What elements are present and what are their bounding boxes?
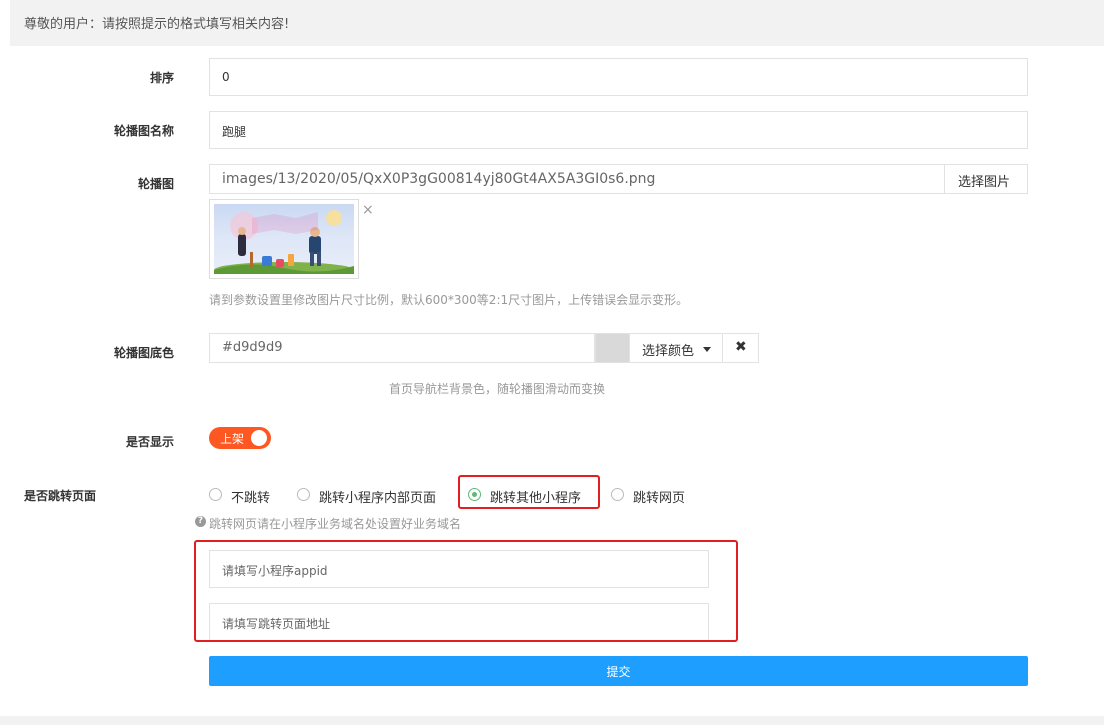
highlight-selected-option [458,475,600,509]
radio-label: 跳转网页 [633,491,686,506]
sort-value: 0 [222,70,230,84]
banner-image-preview [214,204,354,274]
radio-circle [611,488,624,501]
pick-color-button[interactable]: 选择颜色 [629,333,723,363]
pick-image-label: 选择图片 [958,175,1011,190]
close-icon: ✖ [735,339,747,355]
banner-name-input[interactable]: 跑腿 [209,111,1028,149]
color-hint: 首页导航栏背景色，随轮播图滑动而变换 [389,382,606,396]
submit-button[interactable]: 提交 [209,656,1028,686]
bottom-bar [0,716,1104,725]
sort-label: 排序 [149,71,174,85]
show-switch-text: 上架 [220,432,245,446]
banner-name-value: 跑腿 [222,125,247,139]
switch-knob [251,430,267,446]
housekeeping-illustration [214,210,354,274]
banner-image-label: 轮播图 [137,177,174,191]
caret-down-icon [703,347,711,352]
image-size-hint: 请到参数设置里修改图片尺寸比例，默认600*300等2:1尺寸图片，上传错误会显… [209,293,689,307]
notice-text: 尊敬的用户：请按照提示的格式填写相关内容! [24,17,290,32]
show-label: 是否显示 [125,435,174,449]
sort-input[interactable]: 0 [209,58,1028,96]
radio-label: 跳转小程序内部页面 [319,491,437,506]
clear-color-button[interactable]: ✖ [722,333,759,363]
jump-label: 是否跳转页面 [24,489,97,503]
radio-circle [297,488,310,501]
banner-color-input[interactable]: #d9d9d9 [209,333,595,363]
radio-label: 不跳转 [231,491,271,506]
submit-label: 提交 [606,665,631,679]
highlight-input-group [194,540,738,642]
pick-image-button[interactable]: 选择图片 [944,164,1028,194]
show-switch[interactable]: 上架 [209,427,271,449]
banner-image-thumbnail [209,199,359,279]
jump-hint: 跳转网页请在小程序业务域名处设置好业务域名 [209,517,462,531]
question-icon: ? [195,516,206,527]
radio-circle [209,488,222,501]
remove-image-icon[interactable]: × [362,202,374,218]
banner-name-label: 轮播图名称 [113,124,174,138]
banner-image-path-input[interactable]: images/13/2020/05/QxX0P3gG00814yj80Gt4AX… [209,164,945,194]
banner-image-path: images/13/2020/05/QxX0P3gG00814yj80Gt4AX… [222,171,656,187]
banner-color-value: #d9d9d9 [222,340,283,355]
notice-bar: 尊敬的用户：请按照提示的格式填写相关内容! [10,0,1104,46]
banner-color-label: 轮播图底色 [113,346,174,360]
pick-color-label: 选择颜色 [642,344,695,359]
color-swatch [595,333,630,363]
